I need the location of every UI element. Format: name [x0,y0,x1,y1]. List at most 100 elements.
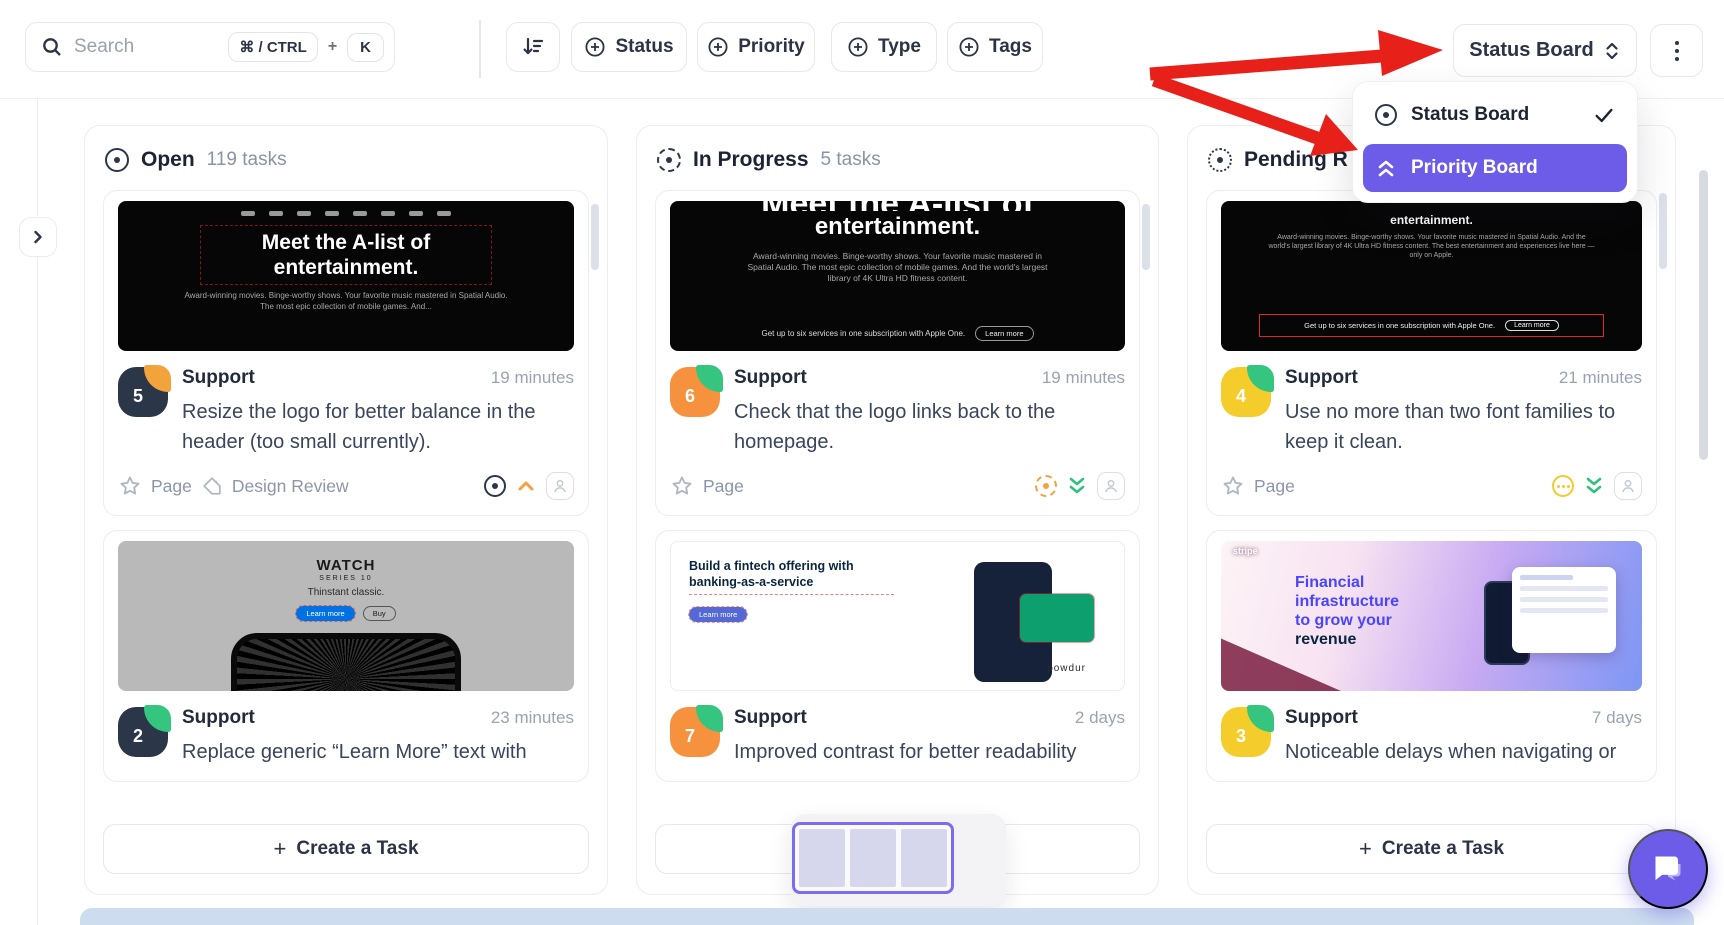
tag-page: Page [1254,476,1295,497]
thumb-line4: revenue [1295,630,1399,649]
card-description: Improved contrast for better readability [734,737,1125,767]
card-list: Meet the A-list of entertainment. Award-… [637,186,1158,812]
menu-item-label: Priority Board [1411,157,1538,179]
page-scrollbar[interactable] [1699,170,1708,460]
column-header: In Progress 5 tasks [637,126,1158,186]
status-open-icon [105,148,129,172]
drag-ghost-placeholder[interactable] [792,822,954,894]
double-chevron-up-icon [1375,156,1397,180]
sort-descending-icon [521,35,545,59]
card-footer: Page [670,471,1125,501]
thumb-line3: to grow your [1295,611,1399,630]
filter-tags-button[interactable]: Tags [947,22,1043,72]
task-number-badge: 2 [118,707,168,757]
search-box[interactable]: ⌘ / CTRL + K [25,22,395,72]
thumb-heading: entertainment. [815,213,980,241]
status-in-progress-icon[interactable] [1035,475,1057,497]
card-footer: Page Design Review [118,471,574,501]
column-scrollbar[interactable] [1659,193,1667,269]
dashboard-card-graphic [1512,567,1616,653]
thumb-subtext: Award-winning movies. Binge-worthy shows… [182,290,510,312]
task-card[interactable]: entertainment. Award-winning movies. Bin… [1206,190,1657,516]
card-title: Support [734,707,1075,729]
more-options-button[interactable] [1650,24,1703,77]
card-time: 21 minutes [1559,368,1642,388]
status-pending-icon [1208,148,1232,172]
star-icon[interactable] [1221,474,1245,498]
task-card[interactable]: stripe Financial infrastructure to grow … [1206,530,1657,782]
plus-icon: + [1359,836,1372,862]
task-card[interactable]: WATCH SERIES 10 Thinstant classic. Learn… [103,530,589,782]
card-description: Use no more than two font families to ke… [1285,397,1642,457]
card-thumbnail-watch: WATCH SERIES 10 Thinstant classic. Learn… [118,541,574,691]
plus-circle-icon [847,36,869,58]
priority-chevron-up-icon[interactable] [515,476,537,496]
filter-priority-button[interactable]: Priority [697,22,815,72]
card-description: Resize the logo for better balance in th… [182,397,574,457]
column-count: 5 tasks [821,149,881,171]
filter-tags-label: Tags [989,36,1032,58]
board-switcher-button[interactable]: Status Board [1453,24,1637,77]
card-description: Noticeable delays when navigating or [1285,737,1642,767]
check-icon [1593,104,1615,126]
chat-widget-button[interactable] [1628,829,1708,909]
menu-item-priority-board[interactable]: Priority Board [1363,144,1627,192]
assignee-avatar[interactable] [1614,472,1642,500]
tag-page: Page [703,476,744,497]
task-card[interactable]: Build a fintech offering with banking-as… [655,530,1140,782]
selector-chevrons-icon [1603,40,1621,62]
column-header: Open 119 tasks [85,126,607,186]
thumb-brand: stripe [1233,546,1258,556]
thumb-promo-banner: Get up to six services in one subscripti… [1259,314,1604,337]
expand-sidebar-button[interactable] [19,217,57,257]
sort-button[interactable] [506,22,560,72]
thumb-series: SERIES 10 [319,575,372,582]
card-title: Support [734,367,1042,389]
board-switcher-menu: Status Board Priority Board [1352,81,1638,203]
card-list: entertainment. Award-winning movies. Bin… [1188,186,1675,812]
star-icon[interactable] [118,474,142,498]
thumb-heading: Meet the A-list of entertainment. [205,230,488,280]
card-thumbnail-appletv: entertainment. Award-winning movies. Bin… [1221,201,1642,351]
plus-circle-icon [584,36,606,58]
card-description: Check that the logo links back to the ho… [734,397,1125,457]
create-task-button[interactable]: + Create a Task [103,824,589,874]
task-card[interactable]: Meet the A-list of entertainment. Award-… [103,190,589,516]
bottom-selection-strip [80,908,1694,925]
task-card[interactable]: Meet the A-list of entertainment. Award-… [655,190,1140,516]
filter-type-button[interactable]: Type [831,22,937,72]
column-scrollbar[interactable] [1142,204,1150,270]
menu-item-status-board[interactable]: Status Board [1363,92,1627,138]
assignee-avatar[interactable] [546,472,574,500]
plus-icon: + [273,836,286,862]
appletv-nav-icons [241,211,451,216]
priority-double-chevron-down-icon[interactable] [1066,474,1088,498]
status-open-icon[interactable] [484,475,506,497]
kanban-app: ⌘ / CTRL + K Status [0,0,1724,925]
column-scrollbar[interactable] [591,204,599,270]
filter-status-button[interactable]: Status [571,22,687,72]
chat-bubble-icon [1648,849,1688,889]
star-icon[interactable] [670,474,694,498]
column-open: Open 119 tasks Meet the A-list of entert… [84,125,608,895]
card-list: Meet the A-list of entertainment. Award-… [85,186,607,812]
task-number-badge: 5 [118,367,168,417]
card-footer: Page [1221,471,1642,501]
thumb-line2: infrastructure [1295,592,1399,611]
status-in-progress-icon [657,148,681,172]
thumb-subtext: Award-winning movies. Binge-worthy shows… [747,251,1047,284]
thumb-subtext: Award-winning movies. Binge-worthy shows… [1267,233,1595,260]
toolbar-divider [479,20,481,78]
assignee-avatar[interactable] [1097,472,1125,500]
card-thumbnail-stripe: stripe Financial infrastructure to grow … [1221,541,1642,691]
task-number-badge: 3 [1221,707,1271,757]
create-task-button[interactable]: + Create a Task [1206,824,1657,874]
search-input[interactable] [74,36,218,58]
bank-card-graphic [1020,594,1094,642]
priority-double-chevron-down-icon[interactable] [1583,474,1605,498]
thumb-cta: Learn more [975,326,1033,341]
status-pending-icon[interactable] [1552,475,1574,497]
thumb-cta-primary: Learn more [296,606,354,621]
card-time: 19 minutes [491,368,574,388]
column-name: Pending R [1244,148,1348,172]
